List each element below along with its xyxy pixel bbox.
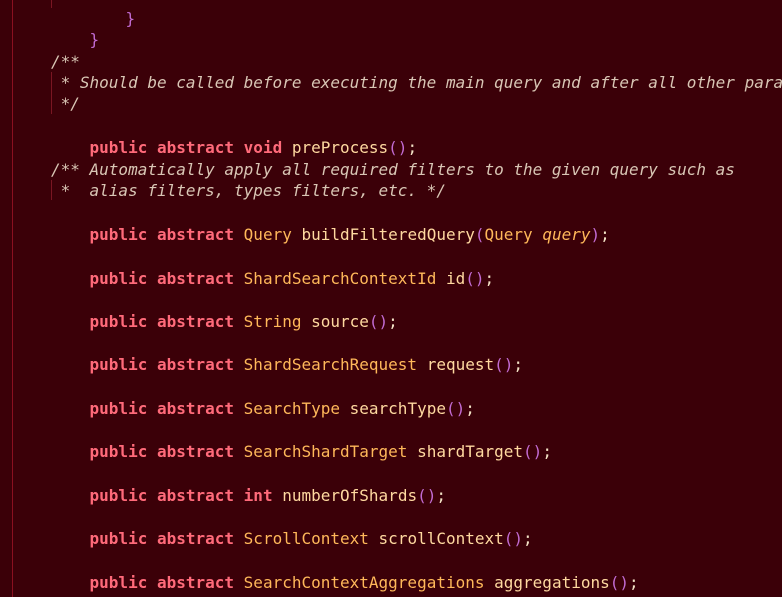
code-editor[interactable]: } } /** * Should be called before execut… (0, 0, 782, 597)
code-line-searchtype: public abstract SearchType searchType(); (89, 399, 475, 418)
doc-comment-close: */ (51, 94, 80, 113)
code-line-request: public abstract ShardSearchRequest reque… (89, 355, 524, 374)
code-line-source: public abstract String source(); (89, 312, 398, 331)
code-line-scrollcontext: public abstract ScrollContext scrollCont… (89, 529, 533, 548)
editor-gutter-rule (12, 0, 13, 597)
code-line-closing-brace: } (89, 30, 100, 49)
code-line-id: public abstract ShardSearchContextId id(… (89, 269, 495, 288)
doc-comment-open: /** (51, 52, 80, 71)
code-line-preprocess: public abstract void preProcess(); (89, 138, 418, 157)
code-line-shardtarget: public abstract SearchShardTarget shardT… (89, 442, 552, 461)
doc-comment-filters-1: /** Automatically apply all required fil… (51, 160, 735, 179)
code-line-buildfilteredquery: public abstract Query buildFilteredQuery… (89, 225, 610, 244)
doc-comment-body: * Should be called before executing the … (51, 73, 782, 92)
code-line-numberofshards: public abstract int numberOfShards(); (89, 486, 446, 505)
code-line-aggregations: public abstract SearchContextAggregation… (89, 573, 639, 592)
doc-comment-filters-2: * alias filters, types filters, etc. */ (51, 181, 446, 200)
